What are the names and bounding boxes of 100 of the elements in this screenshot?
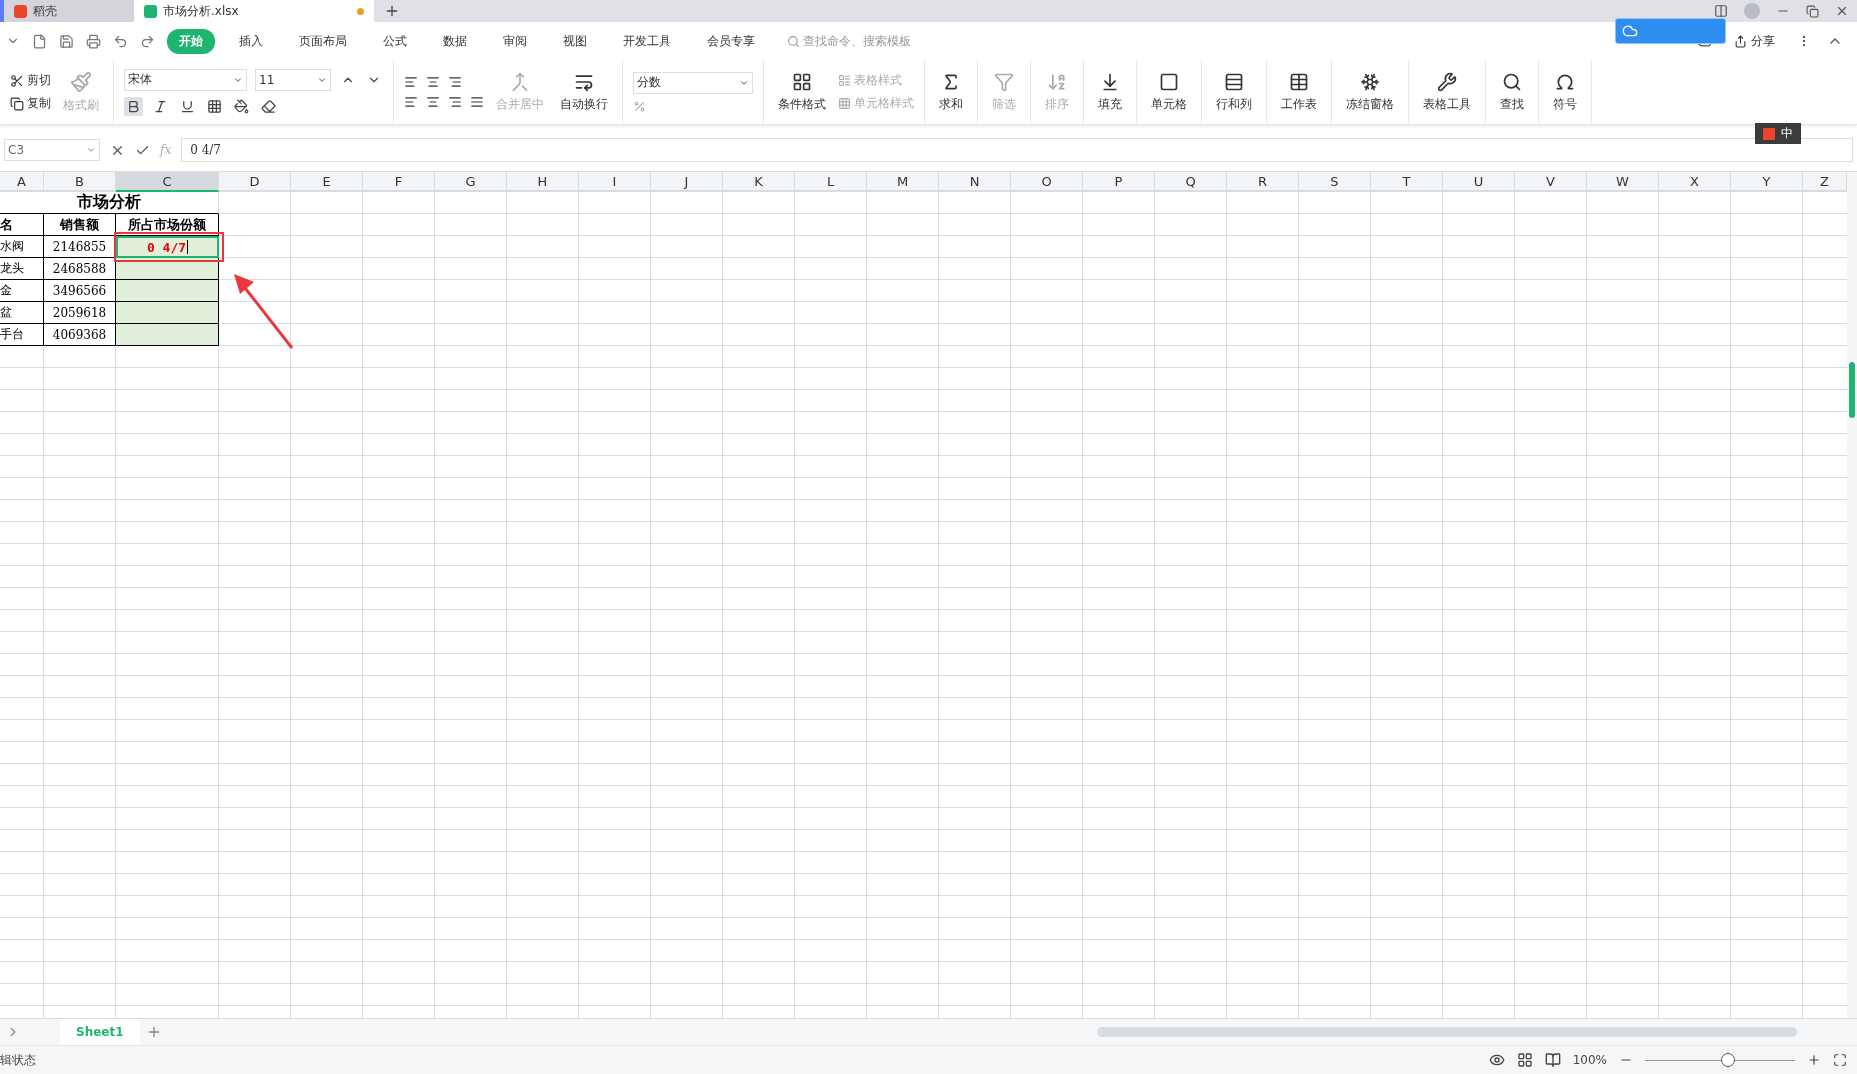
border-icon [207,98,222,114]
column-header[interactable]: X [1659,172,1731,192]
title-cell: 市场分析 [0,192,219,214]
page-view-icon[interactable] [1544,1052,1561,1068]
paint-bucket-icon [234,98,249,114]
table-cell: 手台 [0,324,44,346]
ribbon-tab[interactable]: 页面布局 [287,28,359,54]
close-icon[interactable] [1835,4,1849,18]
number-format-select[interactable]: 分数 [633,71,753,94]
justify-icon[interactable] [470,95,484,109]
clipboard-button[interactable]: 剪切 [10,72,51,89]
cell-icon [1159,71,1179,92]
font-size-select[interactable]: 11 [255,68,331,91]
tool-button[interactable]: 行和列 [1212,71,1256,113]
document-tab[interactable]: 市场分析.xlsx [134,0,374,22]
document-tab[interactable]: 稻壳 [0,0,134,22]
table-cell: 金 [0,280,44,302]
tool-button[interactable]: 表格工具 [1419,71,1475,113]
align-left-icon[interactable] [404,95,418,109]
table-style-icon [838,74,851,87]
horizontal-scrollbar[interactable] [1097,1027,1797,1037]
bold-button[interactable] [124,96,143,116]
column-header[interactable]: F [363,172,435,192]
align-center-icon[interactable] [426,95,440,109]
column-header[interactable]: S [1299,172,1371,192]
zoom-in-icon[interactable] [1807,1053,1821,1067]
save-icon[interactable] [59,33,74,49]
table-icon [1289,71,1309,92]
window-layout-icon[interactable] [1714,4,1728,18]
ribbon-tab[interactable]: 公式 [371,28,419,54]
column-header[interactable]: G [435,172,507,192]
align-right-icon[interactable] [448,95,462,109]
align-middle-icon[interactable] [426,75,440,89]
tool-button[interactable]: 查找 [1496,71,1528,113]
column-header[interactable]: Q [1155,172,1227,192]
fullscreen-icon[interactable] [1833,1053,1847,1067]
italic-icon [153,98,168,114]
column-header[interactable]: H [507,172,579,192]
ribbon-tab[interactable]: 视图 [551,28,599,54]
column-header[interactable]: P [1083,172,1155,192]
tool-button[interactable]: 单元格 [1147,71,1191,113]
column-header[interactable]: Y [1731,172,1803,192]
ribbon-tab[interactable]: 会员专享 [695,28,767,54]
column-header[interactable]: U [1443,172,1515,192]
align-bottom-icon[interactable] [448,75,462,89]
clipboard-button[interactable]: 复制 [10,95,51,112]
tool-button[interactable]: 符号 [1549,71,1581,113]
column-header[interactable]: E [291,172,363,192]
wrench-icon [1437,71,1457,92]
tool-button[interactable]: 求和 [935,71,967,113]
editing-cell[interactable]: 0 4/7 [116,236,219,258]
align-top-icon[interactable] [404,75,418,89]
column-header[interactable]: O [1011,172,1083,192]
vertical-scrollbar[interactable] [1847,172,1857,1018]
zoom-level[interactable]: 100% [1572,1053,1607,1067]
tab-title: 稻壳 [33,2,57,20]
tab-title: 市场分析.xlsx [163,2,239,20]
tool-button[interactable]: 冻结窗格 [1342,71,1398,113]
new-file-icon[interactable] [32,33,47,49]
print-icon[interactable] [86,33,101,49]
style-button[interactable]: 条件格式 [774,71,830,113]
column-header[interactable]: M [867,172,939,192]
column-header[interactable]: C [116,172,219,192]
fill-down-icon [1100,71,1120,92]
table-cell: 水阀 [0,236,44,258]
column-header[interactable]: R [1227,172,1299,192]
column-header[interactable]: J [651,172,723,192]
name-box[interactable]: C3 [4,139,100,161]
font-select[interactable]: 宋体 [124,68,247,91]
column-header[interactable]: N [939,172,1011,192]
tool-button[interactable]: 填充 [1094,71,1126,113]
brush-icon [70,70,92,93]
copy-icon [10,96,24,111]
cell-style-icon [838,97,851,110]
column-header[interactable]: T [1371,172,1443,192]
ribbon-tab[interactable]: 插入 [227,28,275,54]
share-button[interactable]: 分享 [1728,31,1781,51]
eye-icon[interactable] [1488,1052,1505,1068]
column-header[interactable]: K [723,172,795,192]
ribbon-tab[interactable]: 开发工具 [611,28,683,54]
table-cell: 龙头 [0,258,44,280]
column-header[interactable]: I [579,172,651,192]
column-header[interactable]: V [1515,172,1587,192]
table-cell: 盆 [0,302,44,324]
filter-icon [994,71,1014,92]
zoom-thumb[interactable] [1720,1053,1735,1067]
column-header[interactable]: D [219,172,291,192]
tool-button[interactable]: 工作表 [1277,71,1321,113]
ribbon-tab[interactable]: 数据 [431,28,479,54]
upload-popup[interactable] [1615,17,1726,44]
formula-input[interactable]: 0 4/7 [181,138,1853,162]
column-header[interactable]: L [795,172,867,192]
undo-icon[interactable] [113,33,128,49]
column-header[interactable]: W [1587,172,1659,192]
align-tool-button[interactable]: 自动换行 [556,71,612,113]
redo-icon[interactable] [140,33,155,49]
restore-icon[interactable] [1806,4,1819,18]
ribbon-tab[interactable]: 审阅 [491,28,539,54]
ime-toolbar[interactable]: 中 [1755,123,1801,144]
normal-view-icon[interactable] [1516,1052,1533,1068]
